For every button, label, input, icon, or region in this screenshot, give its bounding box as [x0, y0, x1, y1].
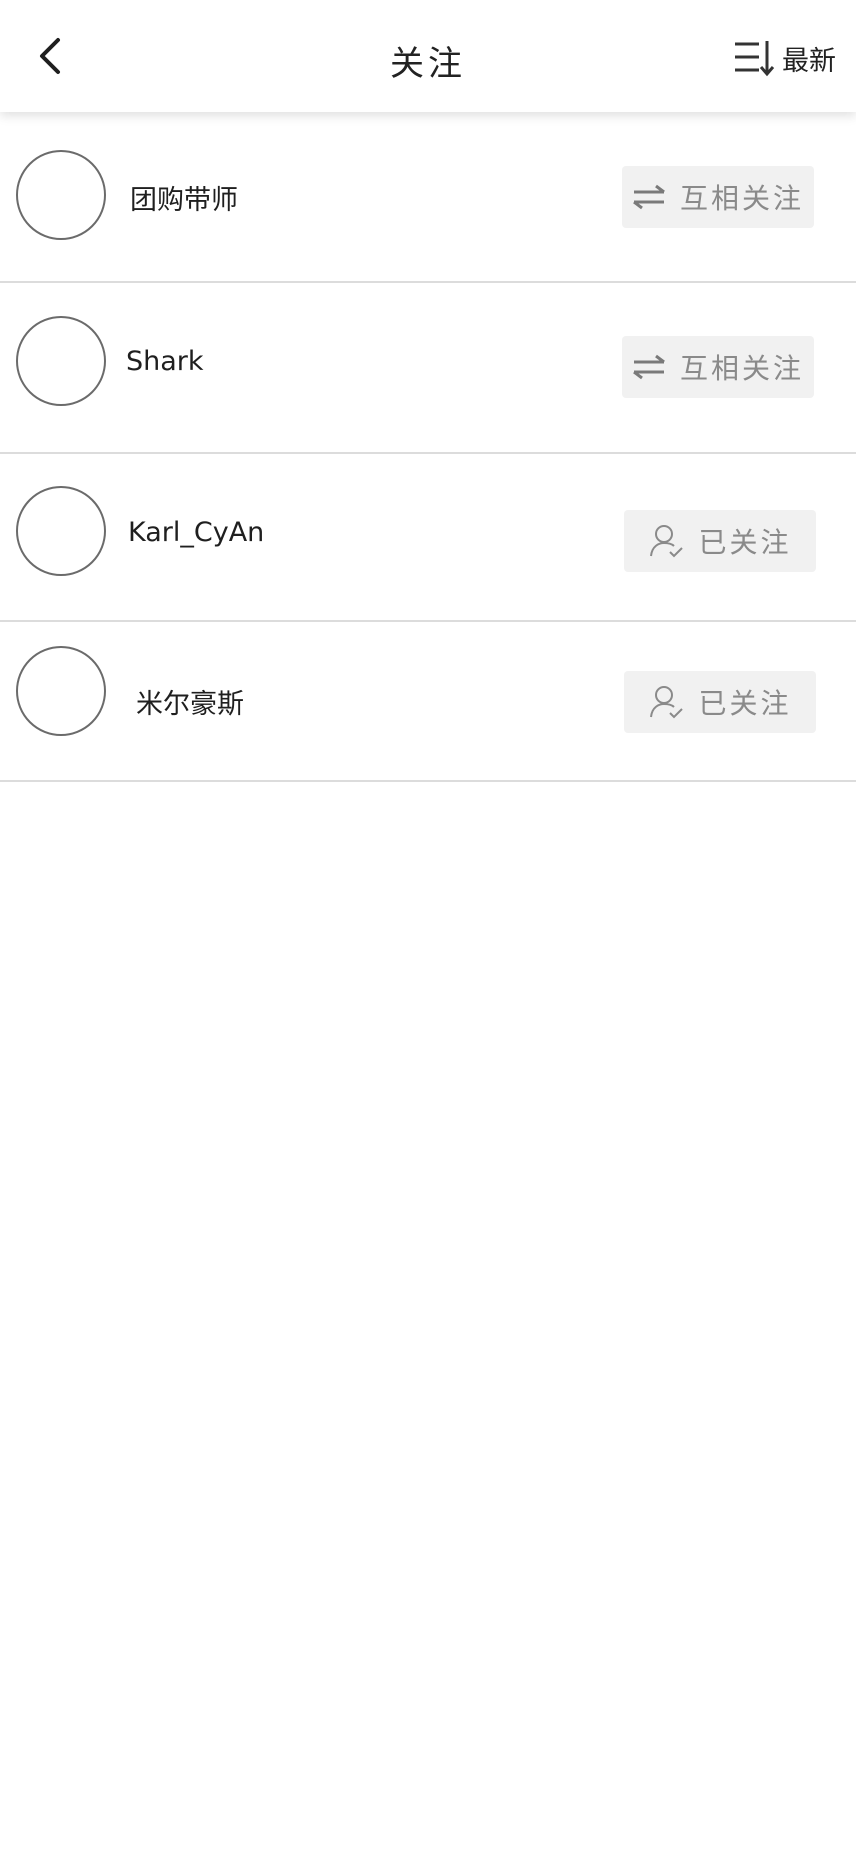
sort-label: 最新 — [782, 45, 836, 77]
list-item[interactable]: Shark 互相关注 — [0, 283, 856, 454]
mutual-follow-button[interactable]: 互相关注 — [622, 336, 814, 398]
mutual-follow-label: 互相关注 — [679, 352, 804, 385]
followed-label: 已关注 — [698, 526, 792, 559]
avatar[interactable] — [16, 486, 106, 576]
mutual-follow-label: 互相关注 — [679, 182, 804, 215]
sort-descending-icon — [732, 38, 776, 78]
avatar[interactable] — [16, 316, 106, 406]
user-check-icon — [648, 523, 684, 559]
list-item[interactable]: 米尔豪斯 已关注 — [0, 622, 856, 782]
user-check-icon — [648, 684, 684, 720]
page-title: 关注 — [390, 44, 466, 84]
top-bar: 关注 最新 — [0, 0, 856, 112]
followed-label: 已关注 — [698, 687, 792, 720]
sort-button[interactable]: 最新 — [732, 36, 836, 80]
list-item[interactable]: Karl_CyAn 已关注 — [0, 454, 856, 622]
swap-arrows-icon — [632, 184, 666, 210]
followed-button[interactable]: 已关注 — [624, 671, 816, 733]
user-name[interactable]: 米尔豪斯 — [136, 682, 244, 721]
avatar[interactable] — [16, 646, 106, 736]
avatar[interactable] — [16, 150, 106, 240]
followed-button[interactable]: 已关注 — [624, 510, 816, 572]
user-name[interactable]: Shark — [126, 346, 204, 377]
swap-arrows-icon — [632, 354, 666, 380]
user-name[interactable]: 团购带师 — [130, 178, 238, 217]
mutual-follow-button[interactable]: 互相关注 — [622, 166, 814, 228]
list-item[interactable]: 团购带师 互相关注 — [0, 112, 856, 283]
follow-list: 团购带师 互相关注 Shark 互相关注 Karl_CyAn 已关注 米尔豪斯 … — [0, 112, 856, 782]
user-name[interactable]: Karl_CyAn — [128, 517, 264, 548]
